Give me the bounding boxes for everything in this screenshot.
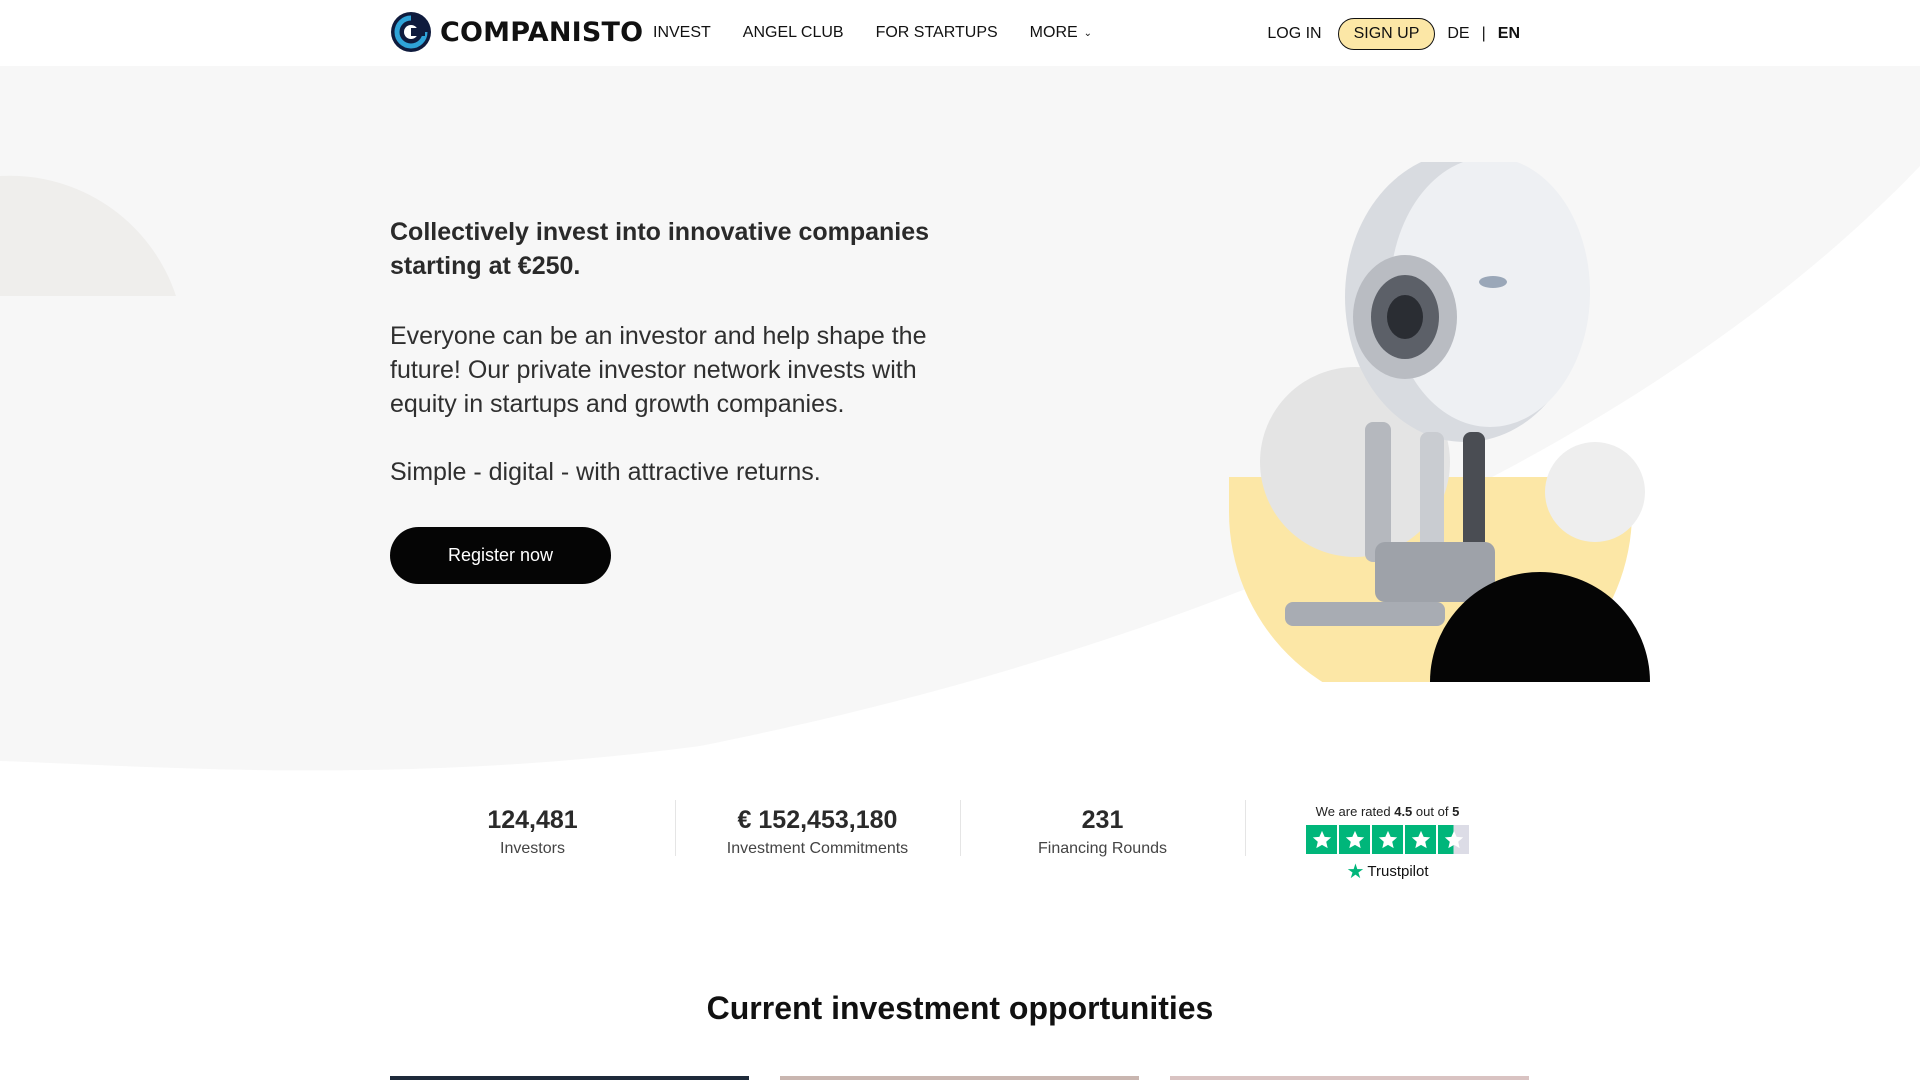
lang-de[interactable]: DE (1447, 25, 1469, 43)
stat-label: Investment Commitments (726, 840, 909, 857)
tp-rating: 4.5 (1394, 804, 1413, 819)
chevron-down-icon: ⌄ (1083, 27, 1093, 39)
main-nav: INVEST ANGEL CLUB FOR STARTUPS MORE ⌄ (653, 24, 1092, 42)
trustpilot-logo: ★ Trustpilot (1245, 859, 1530, 884)
opportunity-cards (390, 1076, 1530, 1080)
hero-description: Everyone can be an investor and help sha… (390, 322, 927, 418)
star-icon (1372, 825, 1403, 854)
site-header: COMPANISTO INVEST ANGEL CLUB FOR STARTUP… (0, 0, 1920, 66)
hero-title: Collectively invest into innovative comp… (390, 218, 930, 280)
nav-more-label: MORE (1029, 24, 1078, 41)
nav-invest[interactable]: INVEST (653, 24, 711, 42)
hero-section: Collectively invest into innovative comp… (0, 66, 1920, 776)
nav-for-startups[interactable]: FOR STARTUPS (876, 24, 998, 42)
login-link[interactable]: LOG IN (1267, 25, 1321, 43)
star-icon (1405, 825, 1436, 854)
section-title: Current investment opportunities (706, 990, 1214, 1026)
stat-value: 124,481 (487, 806, 578, 834)
stat-value: 231 (1081, 806, 1124, 834)
tp-prefix: We are rated (1315, 804, 1391, 819)
logo-icon (391, 12, 431, 52)
opportunity-card[interactable] (780, 1076, 1139, 1080)
opportunity-card[interactable] (1170, 1076, 1529, 1080)
star-icon (1306, 825, 1337, 854)
account-nav: LOG IN SIGN UP DE | EN (1267, 18, 1520, 50)
hero-text: Collectively invest into innovative comp… (390, 215, 970, 489)
logo[interactable]: COMPANISTO (390, 11, 643, 53)
register-button[interactable]: Register now (390, 527, 611, 584)
trustpilot-brand: Trustpilot (1367, 863, 1429, 880)
trustpilot-widget[interactable]: We are rated 4.5 out of 5 ★ Trustpilot (1245, 800, 1530, 890)
hero-tagline: Simple - digital - with attractive retur… (390, 458, 821, 486)
stat-value: € 152,453,180 (737, 806, 898, 834)
trustpilot-star-icon: ★ (1346, 861, 1365, 883)
logo-text: COMPANISTO (440, 16, 644, 48)
nav-more[interactable]: MORE ⌄ (1030, 24, 1092, 42)
trustpilot-rating-text: We are rated 4.5 out of 5 (1245, 802, 1530, 822)
lang-en[interactable]: EN (1498, 25, 1520, 43)
stat-label: Financing Rounds (1038, 840, 1167, 857)
nav-angel-club[interactable]: ANGEL CLUB (743, 24, 844, 42)
half-star-icon (1438, 825, 1469, 854)
signup-button[interactable]: SIGN UP (1337, 18, 1436, 50)
stat-financing-rounds: 231 Financing Rounds (960, 800, 1245, 890)
opportunity-card[interactable] (390, 1076, 749, 1080)
trustpilot-stars (1245, 825, 1530, 854)
robot-illustration (1229, 162, 1650, 682)
tp-max: 5 (1452, 804, 1460, 819)
stat-investment-commitments: € 152,453,180 Investment Commitments (675, 800, 960, 890)
lang-separator: | (1481, 25, 1486, 42)
tp-middle: out of (1415, 804, 1449, 819)
stat-label: Investors (500, 840, 565, 857)
stat-investors: 124,481 Investors (390, 800, 675, 890)
star-icon (1339, 825, 1370, 854)
stats-bar: 124,481 Investors € 152,453,180 Investme… (390, 800, 1530, 890)
